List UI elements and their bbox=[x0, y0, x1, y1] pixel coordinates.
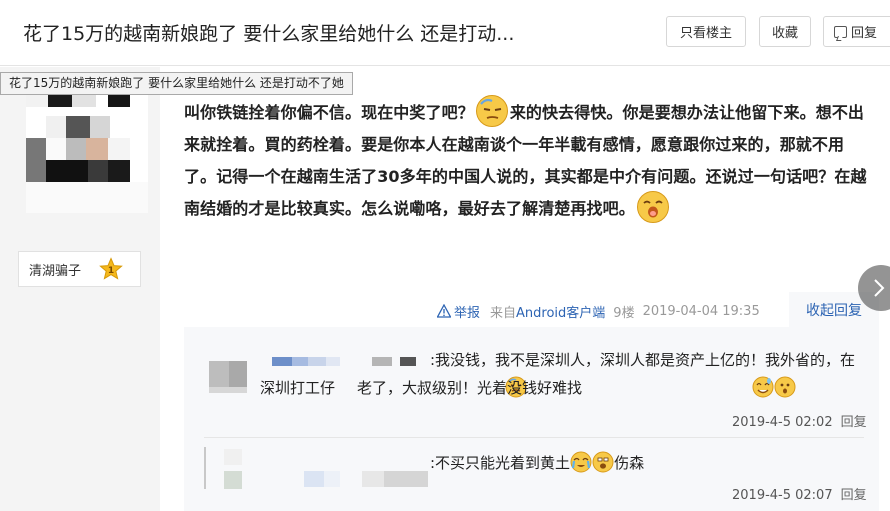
only-op-button[interactable]: 只看楼主 bbox=[666, 16, 746, 47]
reply-avatar[interactable] bbox=[204, 447, 242, 489]
reply-reply-link[interactable]: 回复 bbox=[841, 488, 867, 503]
reply-item: :我没钱，我不是深圳人，深圳人都是资产上亿的！我外省的，在深圳打工仔 老了，大叔级… bbox=[184, 327, 879, 437]
level-number: 1 bbox=[108, 266, 114, 276]
level-star-icon: 1 bbox=[99, 257, 123, 281]
floor-number: 9楼 bbox=[613, 305, 635, 321]
shocked-emoji-icon bbox=[592, 451, 614, 473]
comment-icon bbox=[834, 25, 847, 38]
yawn-emoji-icon bbox=[636, 190, 670, 224]
chevron-right-icon bbox=[874, 279, 885, 297]
reply-time: 2019-4-5 02:07 bbox=[732, 488, 833, 503]
client-link[interactable]: Android客户端 bbox=[516, 302, 605, 321]
reply-meta: 2019-4-5 02:02 回复 bbox=[732, 411, 867, 430]
post-meta: 举报 来自 Android客户端 9楼 2019-04-04 19:35 bbox=[437, 302, 760, 321]
favorite-button[interactable]: 收藏 bbox=[759, 16, 811, 47]
title-tooltip: 花了15万的越南新娘跑了 要什么家里给她什么 还是打动不了她 bbox=[0, 72, 353, 95]
smug-emoji-icon bbox=[475, 94, 509, 128]
reply-time: 2019-4-5 02:02 bbox=[732, 415, 833, 430]
thread-title: 花了15万的越南新娘跑了 要什么家里给她什么 还是打动... bbox=[23, 23, 515, 45]
reply-text-part-2: 老了，大叔级别！光着没钱好难找 bbox=[357, 379, 583, 397]
report-label: 举报 bbox=[454, 305, 481, 321]
author-avatar[interactable] bbox=[26, 91, 148, 213]
reply-item: :不买只能光着到黄土 伤森 2019-4-5 02:07 回复 bbox=[184, 437, 879, 511]
author-card: 清湖骗子 1 bbox=[18, 251, 141, 287]
grin-emoji-icon bbox=[335, 376, 527, 398]
reply-avatar[interactable] bbox=[209, 361, 247, 395]
source-label: 来自 bbox=[490, 305, 517, 321]
reply-reply-link[interactable]: 回复 bbox=[841, 415, 867, 430]
reply-button[interactable]: 回复 bbox=[823, 16, 890, 47]
post-content: 叫你铁链拴着你偏不信。现在中奖了吧？ 来的快去得快。你是要想办法让他留下来。想不出… bbox=[184, 94, 874, 225]
reply-button-label: 回复 bbox=[851, 26, 878, 41]
reply-meta: 2019-4-5 02:07 回复 bbox=[732, 484, 867, 503]
warning-icon bbox=[437, 304, 451, 318]
reply-list: :我没钱，我不是深圳人，深圳人都是资产上亿的！我外省的，在深圳打工仔 老了，大叔级… bbox=[184, 327, 879, 511]
author-name[interactable]: 清湖骗子 bbox=[29, 260, 81, 279]
worried-emoji-icon bbox=[604, 376, 796, 398]
crying-emoji-icon bbox=[570, 451, 592, 473]
reply-text-part-2: 伤森 bbox=[614, 454, 645, 472]
sweat-emoji-icon bbox=[582, 376, 774, 398]
thread-header: 花了15万的越南新娘跑了 要什么家里给她什么 还是打动... 只看楼主 收藏 回… bbox=[0, 0, 890, 66]
author-sidebar: 清湖骗子 1 bbox=[0, 67, 160, 511]
reply-text-part-1: :不买只能光着到黄土 bbox=[430, 454, 571, 472]
report-link[interactable]: 举报 bbox=[437, 302, 480, 321]
reply-text: :不买只能光着到黄土 伤森 bbox=[430, 449, 870, 477]
post-time: 2019-04-04 19:35 bbox=[642, 303, 760, 319]
reply-text: :我没钱，我不是深圳人，深圳人都是资产上亿的！我外省的，在深圳打工仔 老了，大叔级… bbox=[260, 346, 870, 402]
post-text-part-1: 叫你铁链拴着你偏不信。现在中奖了吧？ bbox=[184, 103, 474, 122]
